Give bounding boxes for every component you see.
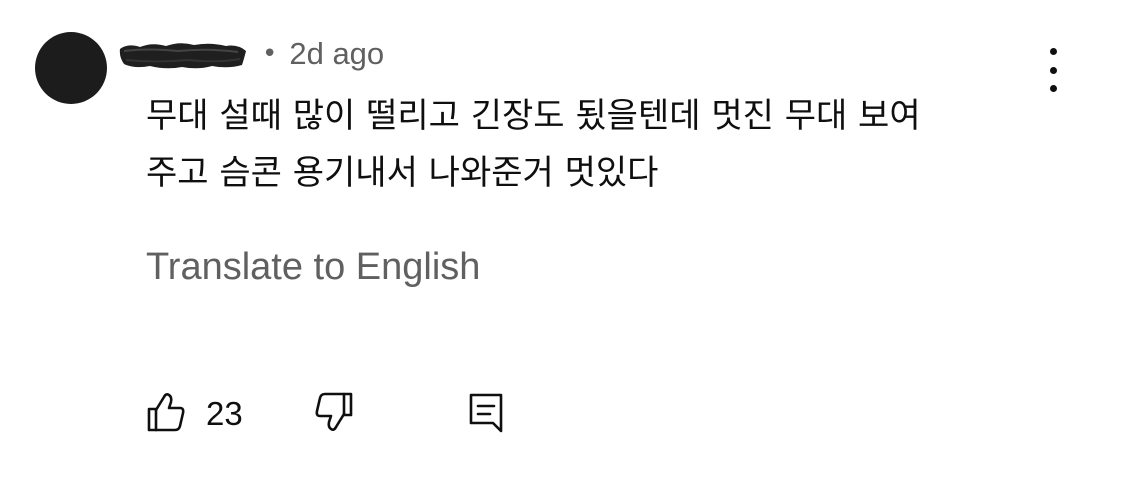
comment-header: • 2d ago [118,34,384,74]
comment-timestamp: 2d ago [289,36,385,71]
dislike-button[interactable] [314,390,354,438]
thumbs-down-icon [314,391,354,437]
separator-dot: • [262,39,278,69]
author-name-redacted[interactable] [118,39,246,69]
reply-button[interactable] [468,390,504,438]
thumbs-up-icon [146,391,186,437]
translate-link[interactable]: Translate to English [146,246,480,289]
like-button[interactable]: 23 [146,390,243,438]
like-count: 23 [206,395,243,432]
comment-text-line-2: 주고 슴콘 용기내서 나와준거 멋있다 [146,153,659,193]
comment-text: 무대 설때 많이 떨리고 긴장도 됬을텐데 멋진 무대 보여 주고 슴콘 용기내… [146,88,1046,202]
reply-comment-icon [468,391,504,437]
avatar[interactable] [35,32,107,104]
comment: • 2d ago 무대 설때 많이 떨리고 긴장도 됬을텐데 멋진 무대 보여 … [0,0,1125,494]
comment-text-line-1: 무대 설때 많이 떨리고 긴장도 됬을텐데 멋진 무대 보여 [146,96,921,136]
more-vertical-icon[interactable] [1040,48,1066,92]
